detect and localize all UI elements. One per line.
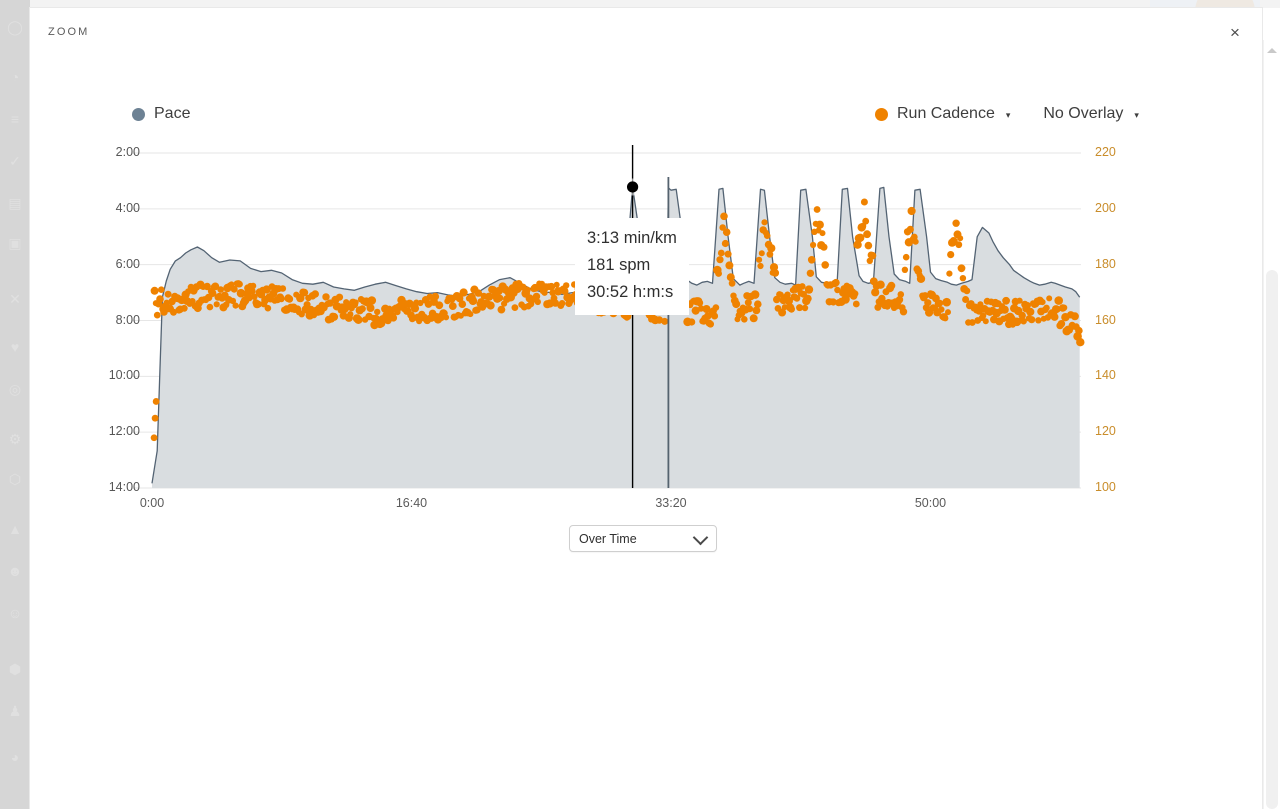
- y-axis-left-tick-3: 8:00: [115, 312, 140, 327]
- legend-item-pace[interactable]: Pace: [132, 105, 190, 123]
- y-axis-left-tick-5: 12:00: [108, 424, 140, 439]
- modal-header: ZOOM ×: [30, 8, 1262, 52]
- sidebar-badges-icon[interactable]: ⬢: [6, 660, 24, 678]
- y-axis-right-tick-4: 140: [1095, 368, 1116, 383]
- y-axis-left-tick-2: 6:00: [115, 256, 140, 271]
- sidebar-help-icon[interactable]: ◕: [6, 748, 24, 766]
- sidebar-dashboard-icon[interactable]: ◔: [6, 68, 24, 86]
- circle-icon-run-cadence: [875, 107, 888, 121]
- legend-label-no-overlay: No Overlay: [1043, 105, 1124, 122]
- y-axis-right-tick-0: 220: [1095, 145, 1116, 159]
- sidebar-logo-icon: ◯: [7, 19, 23, 35]
- y-axis-left-tick-0: 2:00: [115, 145, 140, 159]
- legend-label-run-cadence: Run Cadence: [897, 105, 995, 122]
- y-axis-right-tick-5: 120: [1095, 424, 1116, 439]
- circle-icon-pace: [132, 107, 145, 121]
- x-axis-tick-0: 0:00: [139, 496, 165, 510]
- screen-root: ◯ ◔ ≡ ✓ ▤ ▣ ✕ ♥ ◎ ⚙ ⬡ ▲ ☻ ☺ ⬢ ♟ ◕ ZOOM ×: [0, 0, 1280, 809]
- sidebar-device-icon[interactable]: ⬡: [6, 470, 24, 488]
- y-axis-left-tick-6: 14:00: [108, 480, 140, 494]
- sidebar-challenges-icon[interactable]: ▲: [6, 520, 24, 538]
- sidebar-performance-icon[interactable]: ◎: [6, 380, 24, 398]
- y-axis-right-tick-6: 100: [1095, 480, 1116, 494]
- legend-label-pace: Pace: [154, 105, 191, 122]
- sidebar-health-icon[interactable]: ♥: [6, 338, 24, 356]
- x-axis-tick-3: 50:00: [914, 496, 947, 510]
- y-axis-right-tick-1: 200: [1095, 200, 1116, 215]
- sidebar-reports-icon[interactable]: ✓: [6, 152, 24, 170]
- legend-right: Run Cadence ▾ No Overlay ▾: [875, 105, 1139, 123]
- sidebar-news-icon[interactable]: ▣: [6, 234, 24, 252]
- chart-tooltip: 3:13 min/km 181 spm 30:52 h:m:s: [575, 218, 689, 315]
- view-mode-select[interactable]: Over TimeOver Distance: [569, 525, 717, 552]
- tooltip-cadence: 181 spm: [587, 256, 651, 274]
- sidebar-connections-icon[interactable]: ☺: [6, 604, 24, 622]
- app-sidebar[interactable]: ◯ ◔ ≡ ✓ ▤ ▣ ✕ ♥ ◎ ⚙ ⬡ ▲ ☻ ☺ ⬢ ♟ ◕: [0, 0, 30, 809]
- sidebar-training-icon[interactable]: ✕: [6, 290, 24, 308]
- zoom-modal: ZOOM × Pace Run Cadence ▾ No Overlay ▾ 2…: [30, 8, 1262, 809]
- y-axis-left-tick-1: 4:00: [115, 200, 140, 215]
- x-axis-tick-2: 33:20: [655, 496, 687, 510]
- scroll-up-arrow-icon[interactable]: [1267, 48, 1277, 53]
- chevron-down-icon-run-cadence[interactable]: ▾: [1006, 110, 1011, 121]
- sidebar-calendar-icon[interactable]: ▤: [6, 194, 24, 212]
- close-icon[interactable]: ×: [1220, 18, 1250, 48]
- sidebar-gear-icon[interactable]: ⚙: [6, 430, 24, 448]
- legend-left: Pace: [132, 105, 190, 123]
- chart-container: 2:00 4:00 6:00 8:00 10:00 12:00 14:00 220 200 180…: [30, 8, 1262, 809]
- legend-item-run-cadence[interactable]: Run Cadence ▾: [875, 105, 1010, 123]
- sidebar-activities-icon[interactable]: ≡: [6, 110, 24, 128]
- sidebar-profile-icon[interactable]: ☻: [6, 562, 24, 580]
- scrollbar-thumb[interactable]: [1266, 270, 1278, 809]
- view-mode-select-wrap[interactable]: Over TimeOver Distance: [569, 525, 717, 552]
- tooltip-elapsed: 30:52 h:m:s: [587, 283, 674, 301]
- chevron-down-icon-no-overlay[interactable]: ▾: [1134, 110, 1139, 121]
- y-axis-right-tick-2: 180: [1095, 256, 1116, 271]
- x-axis-tick-1: 16:40: [395, 496, 428, 510]
- page-scrollbar[interactable]: [1263, 40, 1280, 809]
- sidebar-trophy-icon[interactable]: ♟: [6, 702, 24, 720]
- behind-top-strip: [30, 0, 1280, 8]
- y-axis-left-tick-4: 10:00: [108, 368, 140, 383]
- y-axis-right-tick-3: 160: [1095, 312, 1116, 327]
- tooltip-pace: 3:13 min/km: [587, 229, 677, 247]
- legend-item-no-overlay[interactable]: No Overlay ▾: [1043, 105, 1139, 123]
- modal-title: ZOOM: [48, 26, 90, 38]
